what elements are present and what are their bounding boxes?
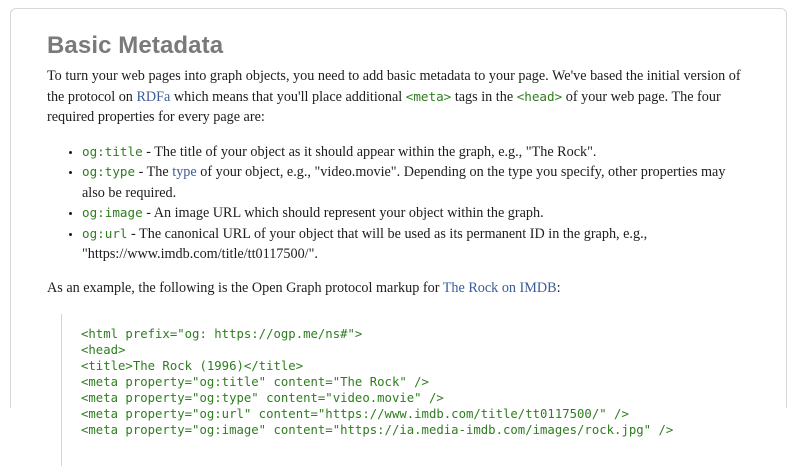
code-line: <meta property="og:image" content="https… — [81, 423, 674, 437]
code-line: <title>The Rock (1996)</title> — [81, 359, 304, 373]
list-item-og-title: og:title - The title of your object as i… — [82, 142, 747, 163]
example-suffix: : — [556, 279, 561, 296]
property-description: - The canonical URL of your object that … — [82, 225, 648, 263]
property-code: og:url — [82, 225, 128, 241]
property-description: - An image URL which should represent yo… — [142, 205, 544, 221]
code-line: <head> — [81, 343, 126, 357]
meta-tag-code: <meta> — [405, 88, 452, 104]
rdfa-link[interactable]: RDFa — [136, 89, 170, 105]
code-line: <meta property="og:url" content="https:/… — [81, 407, 629, 421]
example-paragraph: As an example, the following is the Open… — [47, 278, 747, 299]
head-tag-code: <head> — [516, 88, 563, 104]
property-code: og:title — [82, 143, 143, 159]
document-frame: Basic Metadata To turn your web pages in… — [10, 8, 787, 466]
document-content: Basic Metadata To turn your web pages in… — [47, 31, 747, 466]
code-block: <html prefix="og: https://ogp.me/ns#"> <h… — [61, 314, 747, 466]
intro-paragraph: To turn your web pages into graph object… — [47, 66, 747, 128]
property-code: og:image — [82, 205, 143, 220]
list-item-og-type: og:type - The type of your object, e.g.,… — [82, 162, 747, 203]
code-line: <meta property="og:title" content="The R… — [81, 375, 429, 389]
property-description-prefix: - The — [135, 164, 173, 180]
code-line: <html prefix="og: https://ogp.me/ns#"> — [81, 327, 363, 341]
list-item-og-url: og:url - The canonical URL of your objec… — [82, 224, 747, 265]
list-item-og-image: og:image - An image URL which should rep… — [82, 203, 747, 224]
property-code: og:type — [82, 164, 136, 179]
example-text: As an example, the following is the Open… — [47, 279, 443, 296]
intro-text-3: tags in the — [451, 88, 517, 105]
code-line: <meta property="og:type" content="video.… — [81, 391, 444, 405]
intro-text-2: which means that you'll place additional — [170, 88, 406, 105]
the-rock-imdb-link[interactable]: The Rock on IMDB — [443, 280, 557, 296]
property-description: - The title of your object as it should … — [142, 143, 597, 160]
type-link[interactable]: type — [172, 164, 196, 180]
section-heading: Basic Metadata — [47, 32, 224, 59]
required-properties-list: og:title - The title of your object as i… — [47, 142, 747, 265]
